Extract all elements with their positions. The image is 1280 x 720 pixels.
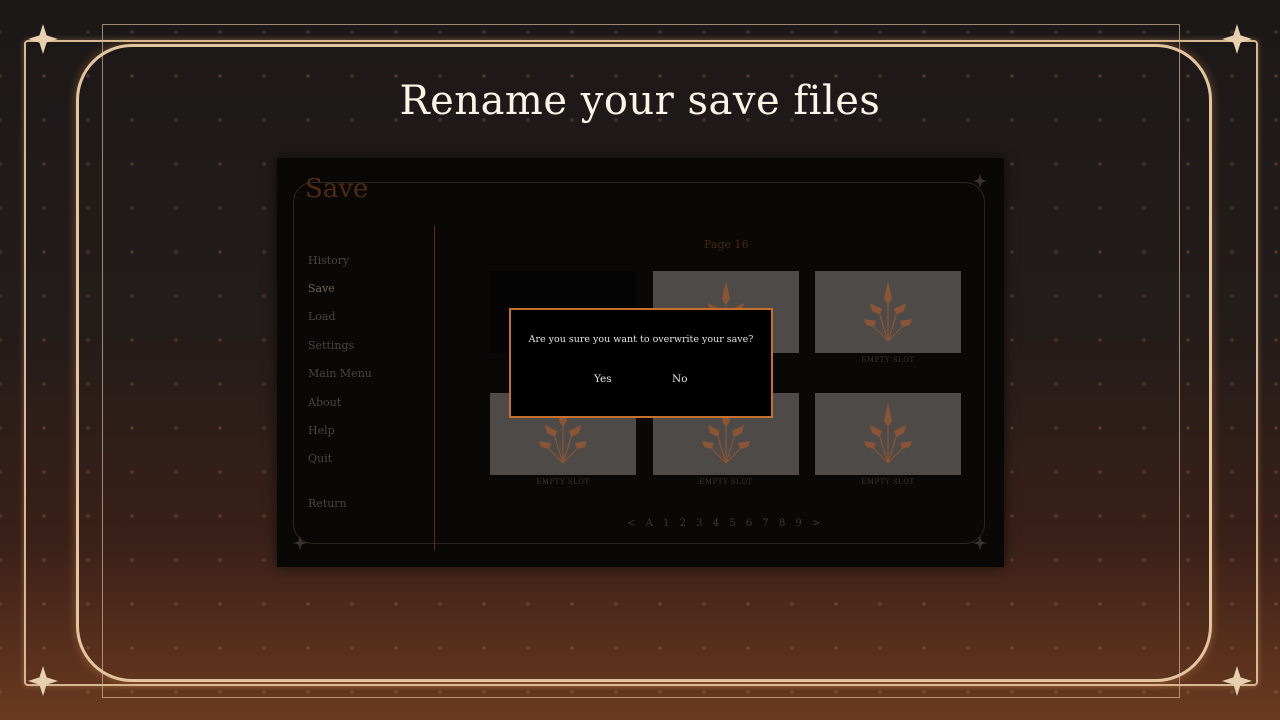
dialog-message: Are you sure you want to overwrite your … [528,334,754,345]
menu-item-save[interactable]: Save [308,282,335,295]
emblem-icon [864,403,912,464]
pager-page-1[interactable]: 1 [663,518,669,529]
slot-label: EMPTY SLOT [861,478,915,486]
overwrite-confirm-dialog: Are you sure you want to overwrite your … [509,308,773,418]
page-title: Rename your save files [399,78,881,124]
no-button[interactable]: No [672,373,688,385]
menu-item-history[interactable]: History [308,254,349,267]
slot-label: EMPTY SLOT [699,478,753,486]
pager-page-8[interactable]: 8 [779,518,785,529]
return-button[interactable]: Return [308,497,347,510]
menu-item-main-menu[interactable]: Main Menu [308,367,372,380]
pager-page-7[interactable]: 7 [762,518,768,529]
pager-page-2[interactable]: 2 [680,518,686,529]
screen-title: Save [305,174,369,204]
pager-page-5[interactable]: 5 [729,518,735,529]
menu-divider [434,226,435,550]
menu-item-load[interactable]: Load [308,310,336,323]
menu-item-settings[interactable]: Settings [308,339,354,352]
pager-page-4[interactable]: 4 [713,518,719,529]
menu-item-about[interactable]: About [308,396,341,409]
page-label: Page 16 [704,238,749,251]
yes-button[interactable]: Yes [594,373,612,385]
pager-prev[interactable]: < [627,518,635,529]
pager-auto[interactable]: A [646,518,653,529]
menu-item-quit[interactable]: Quit [308,452,332,465]
slot-label: EMPTY SLOT [861,356,915,364]
pager-next[interactable]: > [812,518,820,529]
page-navigation: < A 1 2 3 4 5 6 7 8 9 > [627,518,827,529]
menu-item-help[interactable]: Help [308,424,335,437]
game-screenshot: Save History Save Load Settings Main Men… [277,158,1004,567]
pager-page-3[interactable]: 3 [696,518,702,529]
save-slot-3[interactable] [815,271,961,353]
slot-label: EMPTY SLOT [536,478,590,486]
emblem-icon [864,281,912,342]
pager-page-9[interactable]: 9 [796,518,802,529]
save-slot-6[interactable] [815,393,961,475]
pager-page-6[interactable]: 6 [746,518,752,529]
